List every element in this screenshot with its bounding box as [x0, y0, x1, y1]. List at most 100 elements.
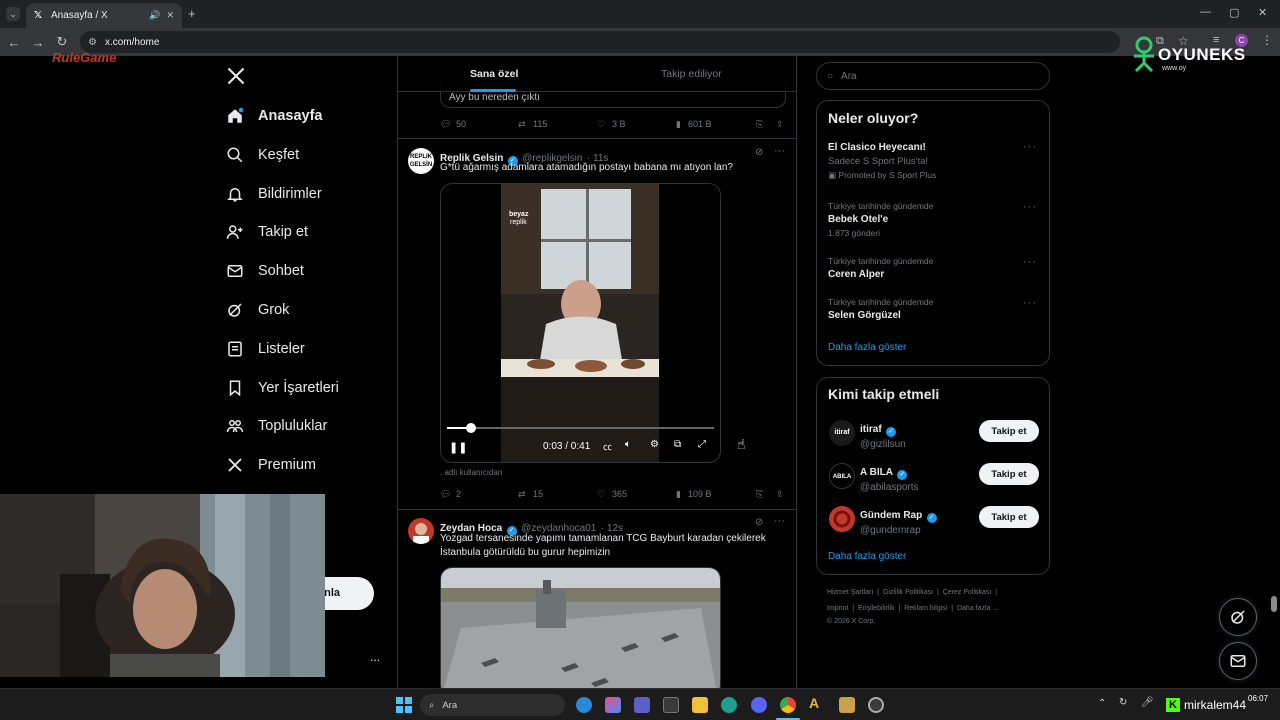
taskbar-search[interactable]: ⌕ Ara	[420, 694, 565, 716]
follow-show-more[interactable]: Daha fazla göster	[828, 551, 906, 562]
clock-time[interactable]: 06:07	[1248, 694, 1268, 703]
new-tab-button[interactable]: +	[188, 6, 196, 21]
steam-icon[interactable]	[868, 697, 884, 713]
follow-button-abila[interactable]: Takip et	[979, 463, 1039, 485]
tray-chevron-icon[interactable]: ⌃	[1098, 698, 1106, 709]
footer-link[interactable]: Gizlilik Politikası	[883, 589, 933, 596]
tab-following[interactable]: Takip ediliyor	[661, 68, 722, 80]
search-input[interactable]: ○ Ara	[816, 62, 1050, 90]
discord-icon[interactable]	[751, 697, 767, 713]
windows-start-icon[interactable]	[396, 697, 412, 713]
video-scrubber-handle[interactable]	[466, 423, 477, 433]
chrome-icon[interactable]	[780, 697, 796, 713]
reply-icon[interactable]: 💬︎	[440, 489, 451, 500]
trend-more-icon[interactable]: ···	[1023, 201, 1037, 213]
tray-sync-icon[interactable]: ↻	[1119, 697, 1127, 708]
tab-search-button[interactable]: ⌄	[6, 7, 20, 21]
footer-link[interactable]: Daha fazla ...	[957, 605, 998, 612]
follow-suggestion[interactable]: itiraf ✓ @gizlilsun	[860, 419, 906, 450]
footer-link[interactable]: Imprint	[827, 605, 848, 612]
grok-icon[interactable]: ⊘	[755, 517, 763, 528]
bookmark-icon[interactable]: ⎘	[756, 119, 763, 130]
grok-icon[interactable]: ⊘	[755, 147, 763, 158]
messages-fab[interactable]	[1219, 642, 1257, 680]
trend-more-icon[interactable]: ···	[1023, 256, 1037, 268]
minimize-icon[interactable]: —	[1200, 6, 1211, 18]
nav-item-bookmarks[interactable]: Yer İşaretleri	[226, 373, 339, 403]
trend-item[interactable]: Türkiye tarihinde gündemde Selen Görgüze…	[828, 297, 1028, 321]
teams-icon[interactable]	[634, 697, 650, 713]
share-icon[interactable]: ⇪	[776, 119, 784, 130]
page-scrollbar[interactable]	[1271, 60, 1277, 686]
maximize-icon[interactable]: ▢	[1229, 6, 1239, 19]
grok-fab[interactable]	[1219, 598, 1257, 636]
app-icon[interactable]	[839, 697, 855, 713]
copilot-app-icon[interactable]	[605, 697, 621, 713]
window-close-icon[interactable]: ✕	[1258, 6, 1267, 19]
nav-item-chat[interactable]: Sohbet	[226, 256, 304, 286]
app-a-icon[interactable]: A	[809, 695, 825, 711]
follow-suggestion[interactable]: A BILA ✓ @abilasports	[860, 462, 919, 493]
trends-show-more[interactable]: Daha fazla göster	[828, 342, 906, 353]
tweet-image[interactable]	[440, 567, 721, 688]
account-more-icon[interactable]: ...	[370, 650, 380, 664]
scrollbar-thumb[interactable]	[1271, 596, 1277, 612]
trend-more-icon[interactable]: ···	[1023, 297, 1037, 309]
avatar-gundemrap[interactable]	[829, 506, 855, 532]
forward-icon[interactable]: →	[26, 35, 50, 50]
video-player[interactable]: beyaz replik ❚❚ 0:03 / 0:41 ㏄ 🔈︎ ⚙ ⧉ ⤢	[440, 183, 721, 463]
captions-icon[interactable]: ㏄	[603, 440, 612, 453]
views-icon[interactable]: ▮	[676, 489, 681, 500]
repost-icon[interactable]: ⇄	[518, 119, 526, 130]
footer-link[interactable]: Reklam bilgisi	[904, 605, 947, 612]
x-logo-home-link[interactable]	[226, 66, 246, 86]
follow-suggestion[interactable]: Gündem Rap ✓ @gundemrap	[860, 505, 937, 536]
tab-close-icon[interactable]: ✕	[166, 10, 174, 21]
follow-button-itiraf[interactable]: Takip et	[979, 420, 1039, 442]
nav-item-home[interactable]: Anasayfa	[226, 101, 322, 131]
bookmark-icon[interactable]: ⎘	[756, 489, 763, 500]
avatar-zeydanhoca[interactable]	[408, 518, 434, 544]
like-icon[interactable]: ♡	[597, 489, 605, 500]
trend-item[interactable]: El Clasico Heyecanı! Sadece S Sport Plus…	[828, 142, 1028, 181]
nav-item-follow[interactable]: Takip et	[226, 217, 308, 247]
volume-icon[interactable]: 🔈︎	[625, 439, 631, 450]
trend-more-icon[interactable]: ···	[1023, 141, 1037, 153]
avatar-replikgelsin[interactable]: REPLIK GELSİN	[408, 148, 434, 174]
edge-icon[interactable]	[721, 697, 737, 713]
nav-item-grok[interactable]: Grok	[226, 295, 289, 325]
reload-icon[interactable]: ↻	[50, 34, 74, 50]
store-icon[interactable]	[663, 697, 679, 713]
footer-link[interactable]: Hizmet Şartları	[827, 589, 873, 596]
follow-button-gundemrap[interactable]: Takip et	[979, 506, 1039, 528]
file-explorer-icon[interactable]	[692, 697, 708, 713]
reply-icon[interactable]: 💬︎	[440, 119, 451, 130]
settings-icon[interactable]: ⚙	[650, 439, 659, 450]
like-icon[interactable]: ♡	[597, 119, 605, 130]
trend-item[interactable]: Türkiye tarihinde gündemde Ceren Alper	[828, 256, 1028, 280]
pip-icon[interactable]: ⧉	[674, 439, 681, 450]
nav-item-premium[interactable]: Premium	[226, 450, 316, 480]
nav-item-communities[interactable]: Topluluklar	[226, 411, 327, 441]
back-icon[interactable]: ←	[2, 35, 26, 50]
repost-icon[interactable]: ⇄	[518, 489, 526, 500]
tweet-more-icon[interactable]: ···	[774, 515, 785, 527]
video-scrubber-track[interactable]	[447, 423, 714, 433]
browser-tab-active[interactable]: 𝕏 Anasayfa / X 🔊 ✕	[26, 3, 182, 28]
views-icon[interactable]: ▮	[676, 119, 681, 130]
avatar-itiraf[interactable]: itiraf	[829, 420, 855, 446]
site-info-icon[interactable]: ⚙	[88, 37, 97, 48]
share-icon[interactable]: ⇪	[776, 489, 784, 500]
avatar-abila[interactable]: ABILA	[829, 463, 855, 489]
footer-link[interactable]: Çerez Politikası	[943, 589, 992, 596]
copilot-icon[interactable]	[576, 697, 592, 713]
nav-item-explore[interactable]: Keşfet	[226, 140, 299, 170]
tray-mic-icon[interactable]: 🎤︎	[1141, 697, 1154, 708]
pause-icon[interactable]: ❚❚	[449, 441, 467, 454]
menu-kebab-icon[interactable]: ⋮	[1261, 33, 1273, 47]
nav-item-notifications[interactable]: Bildirimler	[226, 179, 322, 209]
footer-link[interactable]: Erişilebilirlik	[858, 605, 895, 612]
address-bar[interactable]: ⚙ x.com/home	[80, 31, 1120, 53]
tab-for-you[interactable]: Sana özel	[470, 68, 518, 80]
speaker-icon[interactable]: 🔊	[149, 10, 160, 21]
